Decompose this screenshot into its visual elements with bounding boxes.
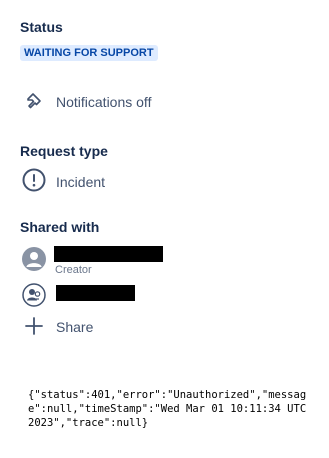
redacted-name bbox=[56, 285, 135, 301]
plus-icon bbox=[25, 317, 43, 335]
customer-avatar-icon bbox=[22, 283, 46, 307]
request-type-heading: Request type bbox=[20, 143, 108, 159]
status-heading: Status bbox=[20, 19, 63, 35]
share-label: Share bbox=[56, 319, 94, 335]
notifications-label: Notifications off bbox=[56, 94, 152, 110]
notifications-toggle[interactable]: Notifications off bbox=[20, 88, 220, 114]
request-type-label: Incident bbox=[56, 174, 106, 190]
share-button[interactable]: Share bbox=[20, 313, 140, 339]
creator-role-label: Creator bbox=[55, 264, 92, 276]
redacted-name bbox=[54, 246, 163, 262]
exclamation-circle-icon bbox=[22, 168, 46, 192]
avatar-icon bbox=[22, 247, 46, 271]
shared-user-participant bbox=[20, 281, 220, 309]
request-type-row: Incident bbox=[20, 166, 220, 194]
shared-with-heading: Shared with bbox=[20, 219, 100, 235]
bell-off-icon bbox=[27, 93, 41, 109]
error-response-text: {"status":401,"error":"Unauthorized","me… bbox=[28, 389, 313, 429]
status-lozenge[interactable]: WAITING FOR SUPPORT bbox=[20, 45, 158, 61]
shared-user-creator: Creator bbox=[20, 245, 220, 277]
